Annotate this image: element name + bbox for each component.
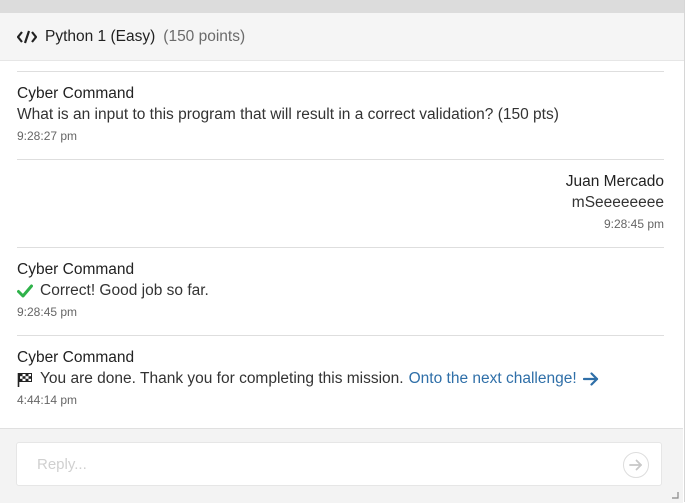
message-feed[interactable]: Cyber Command What is an input to this p… [0, 61, 683, 427]
code-icon [17, 30, 37, 44]
message-item: Cyber Command You are done. Thank you fo… [17, 335, 664, 423]
message-time: 9:28:45 pm [17, 305, 78, 319]
reply-input[interactable] [35, 455, 599, 474]
message-text: Correct! Good job so far. [40, 282, 209, 299]
reply-area [0, 428, 683, 503]
resize-grip-icon[interactable] [671, 491, 679, 499]
message-item: Cyber Command What is an input to this p… [17, 71, 664, 159]
message-text: What is an input to this program that wi… [17, 106, 559, 123]
next-challenge-link[interactable]: Onto the next challenge! [409, 368, 577, 390]
message-text-row: You are done. Thank you for completing t… [17, 368, 664, 390]
challenge-header: Python 1 (Easy) (150 points) [0, 13, 684, 61]
message-time: 9:28:45 pm [603, 217, 664, 231]
message-sender: Cyber Command [17, 261, 135, 278]
challenge-title: Python 1 (Easy) [45, 27, 156, 45]
message-item: Cyber Command Correct! Good job so far. … [17, 247, 664, 335]
top-bar [0, 0, 684, 13]
chat-window: Python 1 (Easy) (150 points) Cyber Comma… [0, 0, 685, 503]
message-text-row: Correct! Good job so far. [17, 280, 664, 302]
message-sender: Juan Mercado [565, 173, 664, 190]
check-icon [17, 284, 33, 298]
message-sender: Cyber Command [17, 349, 135, 366]
challenge-points: (150 points) [163, 27, 246, 45]
message-text: mSeeeeeeee [571, 194, 664, 211]
arrow-right-icon [629, 459, 642, 471]
reply-box[interactable] [16, 442, 662, 486]
arrow-right-icon[interactable] [582, 372, 599, 386]
checkered-flag-icon [17, 372, 32, 387]
message-time: 9:28:27 pm [17, 129, 78, 143]
message-text: You are done. Thank you for completing t… [40, 370, 404, 387]
send-button[interactable] [623, 452, 649, 478]
message-sender: Cyber Command [17, 85, 135, 102]
message-item-own: Juan Mercado mSeeeeeeee 9:28:45 pm [17, 159, 664, 247]
message-time: 4:44:14 pm [17, 393, 78, 407]
